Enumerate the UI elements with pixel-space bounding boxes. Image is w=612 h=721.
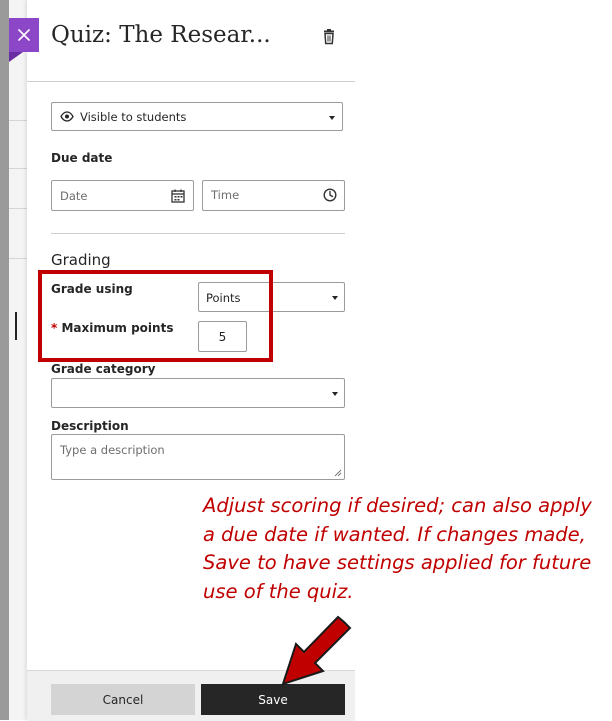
visibility-value: Visible to students: [80, 110, 187, 124]
eye-icon: [60, 111, 74, 122]
description-input[interactable]: Type a description: [51, 434, 345, 480]
grading-highlight-box: [38, 270, 273, 362]
description-label: Description: [51, 419, 129, 433]
calendar-icon[interactable]: [171, 189, 185, 203]
date-input[interactable]: Date: [51, 180, 194, 211]
chevron-down-icon: [332, 392, 338, 396]
date-placeholder: Date: [60, 189, 88, 203]
resize-grip-icon[interactable]: [334, 469, 342, 477]
close-button[interactable]: [9, 18, 39, 52]
time-input[interactable]: Time: [202, 180, 345, 211]
save-button[interactable]: Save: [201, 684, 345, 715]
section-divider: [51, 233, 345, 234]
grade-category-label: Grade category: [51, 362, 156, 376]
panel-title: Quiz: The Resear...: [51, 22, 271, 48]
chevron-down-icon: [329, 116, 335, 120]
cancel-button[interactable]: Cancel: [51, 684, 195, 715]
instruction-annotation: Adjust scoring if desired; can also appl…: [203, 494, 592, 603]
due-date-label: Due date: [51, 151, 113, 165]
close-button-tab: [9, 52, 23, 62]
background-sidebar: [0, 0, 9, 720]
close-icon: [18, 29, 30, 41]
trash-icon[interactable]: [320, 28, 338, 46]
description-placeholder: Type a description: [60, 443, 165, 457]
header-divider: [27, 81, 355, 82]
time-placeholder: Time: [211, 188, 240, 202]
grading-section-title: Grading: [51, 251, 111, 269]
background-content: [9, 0, 27, 720]
clock-icon[interactable]: [323, 188, 337, 202]
chevron-down-icon: [332, 296, 338, 300]
grade-category-select[interactable]: [51, 378, 345, 408]
visibility-select[interactable]: Visible to students: [51, 102, 343, 131]
